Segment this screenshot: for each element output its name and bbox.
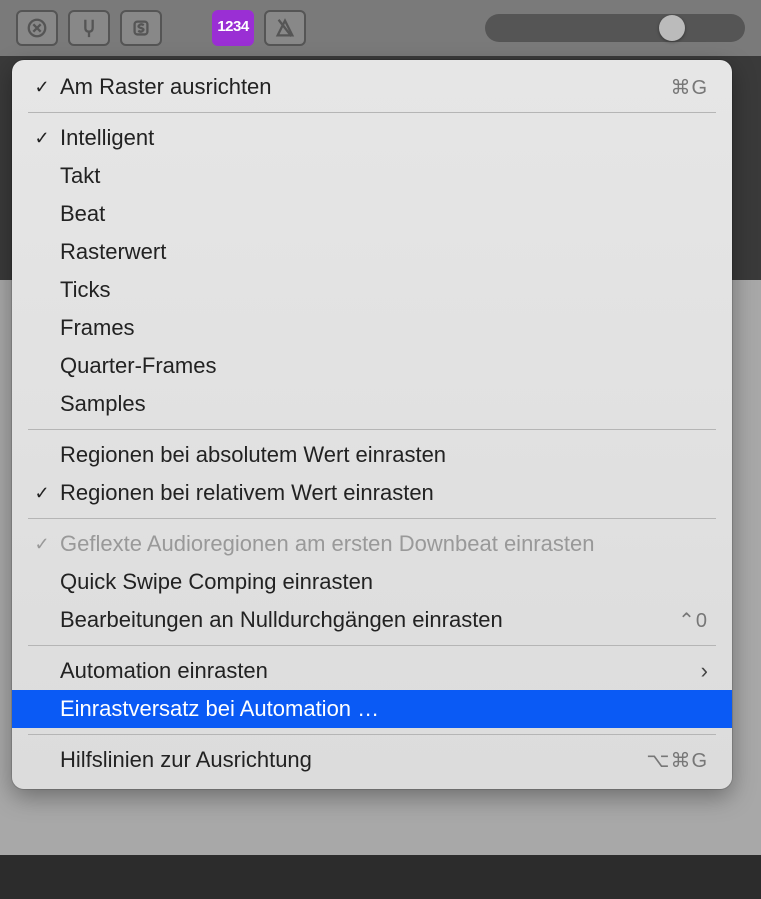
menu-item-label: Regionen bei relativem Wert einrasten — [60, 480, 708, 506]
menu-separator — [28, 734, 716, 735]
submenu-arrow-icon: › — [701, 658, 708, 684]
toolbar-numeric-label: 1234 — [217, 18, 248, 35]
menu-item-flexed-audio-downbeat: ✓ Geflexte Audioregionen am ersten Downb… — [12, 525, 732, 563]
background-bottom — [0, 855, 761, 899]
menu-item-intelligent[interactable]: ✓ Intelligent — [12, 119, 732, 157]
menu-item-quick-swipe-comping[interactable]: Quick Swipe Comping einrasten — [12, 563, 732, 601]
menu-item-rasterwert[interactable]: Rasterwert — [12, 233, 732, 271]
menu-item-label: Takt — [60, 163, 708, 189]
menu-item-quarter-frames[interactable]: Quarter-Frames — [12, 347, 732, 385]
toolbar-button-numeric[interactable]: 1234 — [212, 10, 254, 46]
toolbar-slider[interactable] — [485, 14, 745, 42]
menu-item-snap-to-grid[interactable]: ✓ Am Raster ausrichten ⌘G — [12, 68, 732, 106]
toolbar-button-close[interactable] — [16, 10, 58, 46]
menu-item-shortcut: ⌘G — [670, 75, 708, 100]
menu-item-label: Automation einrasten — [60, 658, 701, 684]
menu-item-label: Frames — [60, 315, 708, 341]
check-slot: ✓ — [24, 77, 60, 98]
menu-item-regions-relative[interactable]: ✓ Regionen bei relativem Wert einrasten — [12, 474, 732, 512]
menu-item-automation-snap[interactable]: Automation einrasten › — [12, 652, 732, 690]
menu-item-label: Regionen bei absolutem Wert einrasten — [60, 442, 708, 468]
toolbar: 1234 — [0, 0, 761, 56]
menu-item-label: Einrastversatz bei Automation … — [60, 696, 708, 722]
menu-item-alignment-guides[interactable]: Hilfslinien zur Ausrichtung ⌥⌘G — [12, 741, 732, 779]
menu-separator — [28, 429, 716, 430]
menu-item-shortcut: ⌥⌘G — [646, 748, 708, 773]
menu-item-label: Bearbeitungen an Nulldurchgängen einrast… — [60, 607, 678, 633]
menu-separator — [28, 112, 716, 113]
menu-item-automation-snap-offset[interactable]: Einrastversatz bei Automation … — [12, 690, 732, 728]
snap-dropdown-menu: ✓ Am Raster ausrichten ⌘G ✓ Intelligent … — [12, 60, 732, 789]
menu-item-frames[interactable]: Frames — [12, 309, 732, 347]
toolbar-button-s[interactable] — [120, 10, 162, 46]
menu-item-label: Quick Swipe Comping einrasten — [60, 569, 708, 595]
menu-item-label: Geflexte Audioregionen am ersten Downbea… — [60, 531, 708, 557]
menu-item-takt[interactable]: Takt — [12, 157, 732, 195]
checkmark-icon: ✓ — [34, 77, 49, 98]
menu-item-label: Am Raster ausrichten — [60, 74, 670, 100]
toolbar-button-triangle-off[interactable] — [264, 10, 306, 46]
menu-item-zero-crossings[interactable]: Bearbeitungen an Nulldurchgängen einrast… — [12, 601, 732, 639]
menu-item-label: Beat — [60, 201, 708, 227]
menu-item-label: Samples — [60, 391, 708, 417]
menu-item-label: Quarter-Frames — [60, 353, 708, 379]
toolbar-slider-knob[interactable] — [659, 15, 685, 41]
menu-item-shortcut: ⌃0 — [678, 608, 708, 633]
menu-item-regions-absolute[interactable]: Regionen bei absolutem Wert einrasten — [12, 436, 732, 474]
menu-item-label: Ticks — [60, 277, 708, 303]
checkmark-icon: ✓ — [34, 128, 49, 149]
menu-item-samples[interactable]: Samples — [12, 385, 732, 423]
menu-item-label: Intelligent — [60, 125, 708, 151]
menu-separator — [28, 645, 716, 646]
menu-item-beat[interactable]: Beat — [12, 195, 732, 233]
toolbar-button-tuning-fork[interactable] — [68, 10, 110, 46]
checkmark-icon: ✓ — [34, 534, 49, 555]
menu-item-label: Hilfslinien zur Ausrichtung — [60, 747, 646, 773]
checkmark-icon: ✓ — [34, 483, 49, 504]
menu-separator — [28, 518, 716, 519]
menu-item-label: Rasterwert — [60, 239, 708, 265]
menu-item-ticks[interactable]: Ticks — [12, 271, 732, 309]
